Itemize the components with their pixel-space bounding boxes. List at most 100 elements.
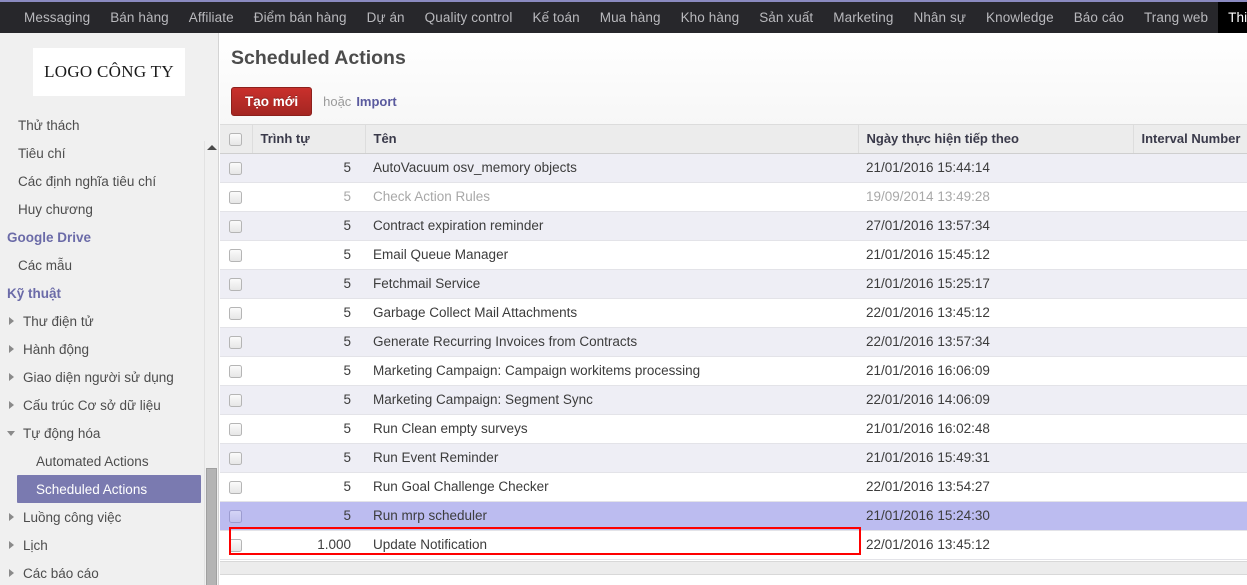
row-select-cell[interactable] (220, 472, 252, 502)
select-all-checkbox[interactable] (229, 133, 242, 147)
table-row[interactable]: 5 Garbage Collect Mail Attachments 22/01/2… (220, 298, 1247, 328)
sidebar-item-c-c-b-o-c-o[interactable]: Các báo cáo (0, 559, 218, 585)
sidebar-item-automated-actions[interactable]: Automated Actions (0, 447, 218, 475)
sidebar-item-l-ch[interactable]: Lịch (0, 531, 218, 559)
main-content: Scheduled Actions Tạo mới hoặc Import Tr… (220, 33, 1247, 585)
chevron-right-icon[interactable] (7, 316, 17, 326)
column-header-select-all[interactable] (220, 125, 253, 154)
table-row[interactable]: 5 Run mrp scheduler 21/01/2016 15:24:30 (220, 501, 1247, 531)
nav-item-dự-án[interactable]: Dự án (357, 2, 415, 33)
nav-item-knowledge[interactable]: Knowledge (976, 2, 1064, 33)
nav-item-trang-web[interactable]: Trang web (1134, 2, 1218, 33)
column-header-next-date[interactable]: Ngày thực hiện tiếp theo (858, 125, 1134, 154)
row-checkbox[interactable] (229, 393, 242, 407)
nav-item-quality-control[interactable]: Quality control (415, 2, 523, 33)
scroll-up-arrow-icon[interactable] (205, 141, 218, 154)
sidebar-item-c-c-nh-ngh-a-ti-u-ch[interactable]: Các định nghĩa tiêu chí (0, 167, 218, 195)
row-select-cell[interactable] (220, 443, 252, 473)
row-checkbox[interactable] (229, 161, 242, 175)
column-header-interval[interactable]: Interval Number (1133, 125, 1247, 154)
row-select-cell[interactable] (220, 269, 252, 299)
row-select-cell[interactable] (220, 240, 252, 270)
chevron-right-icon[interactable] (7, 372, 17, 382)
scheduled-actions-table: Trình tự Tên Ngày thực hiện tiếp theo In… (220, 125, 1247, 560)
table-row[interactable]: 5 Email Queue Manager 21/01/2016 15:45:12 (220, 240, 1247, 270)
row-select-cell[interactable] (220, 153, 252, 183)
row-select-cell[interactable] (220, 327, 252, 357)
sidebar-scrollbar[interactable] (204, 141, 217, 585)
nav-item-báo-cáo[interactable]: Báo cáo (1064, 2, 1134, 33)
nav-item-nhân-sự[interactable]: Nhân sự (903, 2, 976, 33)
row-select-cell[interactable] (220, 182, 252, 212)
nav-item-messaging[interactable]: Messaging (14, 2, 100, 33)
row-select-cell[interactable] (220, 385, 252, 415)
table-row[interactable]: 5 Run Clean empty surveys 21/01/2016 16:02… (220, 414, 1247, 444)
sidebar-item-label: Google Drive (7, 229, 92, 245)
table-row[interactable]: 5 Run Goal Challenge Checker 22/01/2016 13… (220, 472, 1247, 502)
chevron-right-icon[interactable] (7, 400, 17, 410)
table-row[interactable]: 1.000 Update Notification 22/01/2016 13:45… (220, 530, 1247, 560)
table-row[interactable]: 5 Fetchmail Service 21/01/2016 15:25:17 (220, 269, 1247, 299)
row-select-cell[interactable] (220, 414, 252, 444)
chevron-right-icon[interactable] (7, 540, 17, 550)
table-row[interactable]: 5 AutoVacuum osv_memory objects 21/01/2016… (220, 153, 1247, 183)
sidebar-item-th-i-n-t[interactable]: Thư điện tử (0, 307, 218, 335)
row-checkbox[interactable] (229, 190, 242, 204)
nav-item-bán-hàng[interactable]: Bán hàng (100, 2, 179, 33)
chevron-right-icon[interactable] (7, 344, 17, 354)
nav-item-kho-hàng[interactable]: Kho hàng (671, 2, 750, 33)
chevron-right-icon[interactable] (7, 512, 17, 522)
column-header-name[interactable]: Tên (365, 125, 859, 154)
chevron-down-icon[interactable] (7, 428, 17, 438)
row-select-cell[interactable] (220, 530, 252, 560)
chevron-right-icon[interactable] (7, 568, 17, 578)
nav-item-marketing[interactable]: Marketing (823, 2, 903, 33)
nav-item-sản-xuất[interactable]: Sản xuất (749, 2, 823, 33)
row-checkbox[interactable] (229, 451, 242, 465)
row-checkbox[interactable] (229, 480, 242, 494)
import-link[interactable]: Import (356, 94, 396, 109)
row-checkbox[interactable] (229, 219, 242, 233)
sidebar-item-label: Các mẫu (18, 257, 73, 273)
nav-item-mua-hàng[interactable]: Mua hàng (590, 2, 671, 33)
nav-item-điểm-bán-hàng[interactable]: Điểm bán hàng (244, 2, 357, 33)
row-checkbox[interactable] (229, 248, 242, 262)
cell-interval (1133, 298, 1247, 328)
create-new-button[interactable]: Tạo mới (231, 87, 313, 116)
sidebar-item-h-nh-ng[interactable]: Hành động (0, 335, 218, 363)
table-row[interactable]: 5 Contract expiration reminder 27/01/2016 … (220, 211, 1247, 241)
table-row[interactable]: 5 Check Action Rules 19/09/2014 13:49:28 (220, 182, 1247, 212)
sidebar-item-huy-ch-ng[interactable]: Huy chương (0, 195, 218, 223)
sidebar-scrollbar-thumb[interactable] (206, 468, 217, 585)
sidebar-item-c-u-tr-c-c-s-d-li-u[interactable]: Cấu trúc Cơ sở dữ liệu (0, 391, 218, 419)
row-checkbox[interactable] (229, 277, 242, 291)
table-row[interactable]: 5 Run Event Reminder 21/01/2016 15:49:31 (220, 443, 1247, 473)
row-select-cell[interactable] (220, 298, 252, 328)
table-row[interactable]: 5 Generate Recurring Invoices from Contra… (220, 327, 1247, 357)
nav-item-kế-toán[interactable]: Kế toán (522, 2, 589, 33)
sidebar-item-lu-ng-c-ng-vi-c[interactable]: Luồng công việc (0, 503, 218, 531)
nav-item-affiliate[interactable]: Affiliate (179, 2, 244, 33)
page-header: Scheduled Actions Tạo mới hoặc Import (220, 33, 1247, 125)
row-checkbox[interactable] (229, 335, 242, 349)
table-row[interactable]: 5 Marketing Campaign: Segment Sync 22/01/2… (220, 385, 1247, 415)
row-checkbox[interactable] (229, 306, 242, 320)
row-checkbox[interactable] (229, 364, 242, 378)
sidebar-item-t-ng-h-a[interactable]: Tự động hóa (0, 419, 218, 447)
cell-next-date: 27/01/2016 13:57:34 (858, 211, 1133, 241)
row-select-cell[interactable] (220, 501, 252, 531)
row-select-cell[interactable] (220, 211, 252, 241)
sidebar-item-ti-u-ch[interactable]: Tiêu chí (0, 139, 218, 167)
column-header-sequence[interactable]: Trình tự (252, 125, 366, 154)
row-checkbox[interactable] (229, 538, 242, 552)
table-row[interactable]: 5 Marketing Campaign: Campaign workitems … (220, 356, 1247, 386)
sidebar-item-c-c-m-u[interactable]: Các mẫu (0, 251, 218, 279)
row-checkbox[interactable] (229, 422, 242, 436)
sidebar-item-giao-di-n-ng-i-s-d-ng[interactable]: Giao diện người sử dụng (0, 363, 218, 391)
row-select-cell[interactable] (220, 356, 252, 386)
nav-item-thiết-lập[interactable]: Thiết lập (1218, 2, 1247, 33)
sidebar-item-scheduled-actions[interactable]: Scheduled Actions (17, 475, 201, 503)
sidebar-item-th-th-ch[interactable]: Thử thách (0, 111, 218, 139)
row-checkbox[interactable] (229, 509, 242, 523)
cell-name: Check Action Rules (365, 182, 858, 212)
